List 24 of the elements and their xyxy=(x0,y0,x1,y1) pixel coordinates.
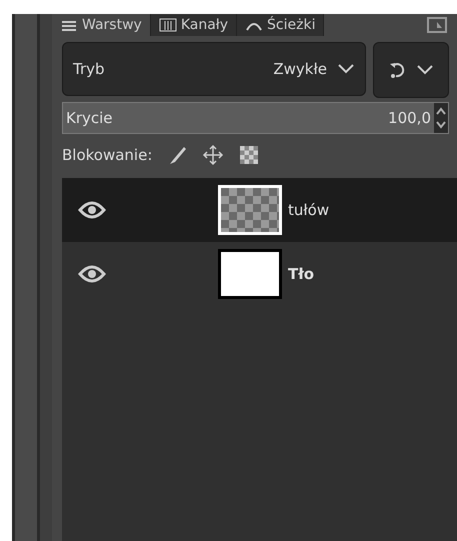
panel-menu-icon[interactable] xyxy=(427,17,447,33)
dock-handle[interactable] xyxy=(40,14,52,541)
chevron-down-icon xyxy=(337,63,355,75)
layer-thumbnail xyxy=(218,249,282,299)
lock-label: Blokowanie: xyxy=(62,146,152,164)
eye-icon[interactable] xyxy=(78,264,106,284)
eye-icon[interactable] xyxy=(78,200,106,220)
panel-tab[interactable]: Ścieżki xyxy=(237,14,324,36)
layer-thumbnail xyxy=(218,185,282,235)
reset-icon xyxy=(388,61,406,79)
opacity-slider[interactable]: Krycie 100,0 xyxy=(62,102,449,134)
layer-row[interactable]: tułów xyxy=(62,178,457,242)
layers-icon xyxy=(60,18,78,32)
spin-arrows-icon[interactable] xyxy=(434,103,448,133)
move-icon[interactable] xyxy=(202,144,224,166)
panel-tab[interactable]: Kanały xyxy=(150,14,238,36)
checkerboard-icon[interactable] xyxy=(238,144,260,166)
channels-icon xyxy=(158,18,177,32)
chevron-down-icon xyxy=(416,64,434,76)
layer-row[interactable]: Tło xyxy=(62,242,457,306)
layer-name: Tło xyxy=(288,265,314,283)
mode-dropdown[interactable]: Tryb Zwykłe xyxy=(62,42,366,96)
reset-dropdown[interactable] xyxy=(373,42,449,98)
layer-name: tułów xyxy=(288,201,330,219)
